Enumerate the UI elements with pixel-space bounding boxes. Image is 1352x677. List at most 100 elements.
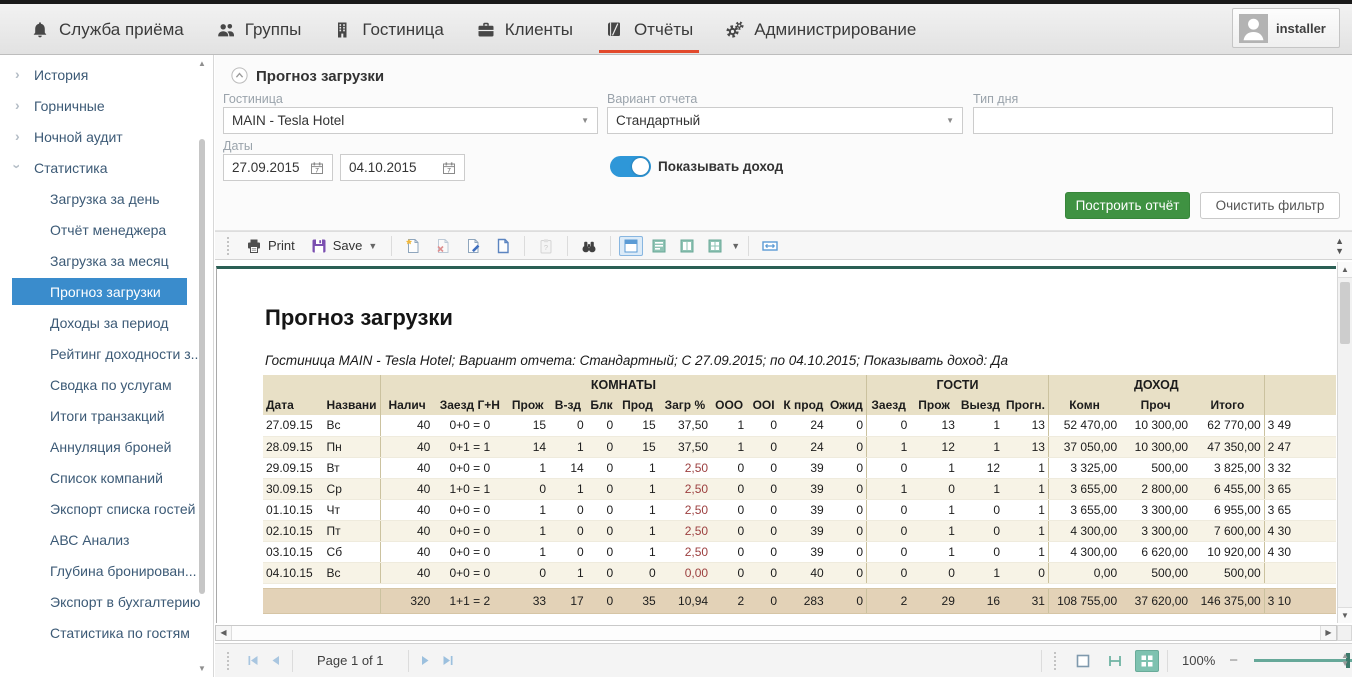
zoom-out-icon[interactable]: −	[1229, 652, 1238, 669]
sidebar-item-11[interactable]: Итоги транзакций	[0, 400, 213, 431]
toolbar-separator	[391, 236, 392, 256]
sidebar-item-4[interactable]: Загрузка за день	[0, 183, 213, 214]
scrollbar-thumb[interactable]	[1340, 282, 1350, 344]
column-group-header	[263, 375, 380, 395]
column-header: Комн	[1048, 395, 1120, 415]
date-from-input[interactable]: 27.09.2015 7	[223, 154, 333, 181]
calendar-icon[interactable]: 7	[310, 161, 324, 175]
column-header: Проч	[1120, 395, 1191, 415]
view-single-page-icon[interactable]	[619, 236, 643, 256]
save-floppy-icon	[311, 238, 327, 254]
clear-filter-button[interactable]: Очистить фильтр	[1200, 192, 1340, 219]
last-page-button[interactable]	[442, 654, 455, 667]
zoom-multi-page-icon[interactable]	[1135, 650, 1159, 672]
cell: 1	[910, 457, 958, 478]
save-button[interactable]: Save ▼	[305, 236, 384, 256]
sidebar-item-label: АВС Анализ	[50, 532, 129, 548]
sidebar-item-8[interactable]: Доходы за период	[0, 307, 213, 338]
scroll-down-icon[interactable]: ▼	[1338, 607, 1352, 623]
chevron-down-icon[interactable]: ▼	[731, 241, 740, 251]
scroll-right-icon[interactable]: ▶	[1320, 626, 1336, 640]
sidebar-item-7[interactable]: Прогноз загрузки	[12, 278, 187, 305]
toolbar-overflow-icon[interactable]: ▲▼	[1335, 236, 1344, 256]
cell: 47 350,00	[1191, 436, 1264, 457]
scrollbar-thumb[interactable]	[199, 139, 205, 594]
sidebar-item-13[interactable]: Список компаний	[0, 462, 213, 493]
column-header: Выезд	[958, 395, 1003, 415]
zoom-grip[interactable]	[1054, 652, 1059, 670]
print-button[interactable]: Print	[240, 236, 301, 256]
cell: 1+0 = 1	[433, 478, 506, 499]
nav-administration[interactable]: Администрирование	[709, 4, 932, 55]
sidebar-item-2[interactable]: ›Ночной аудит	[0, 121, 213, 152]
column-header: Прогн.	[1003, 395, 1048, 415]
cell: 13	[1003, 415, 1048, 436]
view-continuous-icon[interactable]	[647, 236, 671, 256]
delete-page-icon[interactable]	[430, 235, 456, 257]
nav-groups[interactable]: Группы	[200, 4, 318, 55]
nav-front-desk[interactable]: Служба приёма	[14, 4, 200, 55]
report-horizontal-scrollbar[interactable]: ◀ ▶	[215, 625, 1337, 641]
sidebar-item-16[interactable]: Глубина бронирован...	[0, 555, 213, 586]
new-page-icon[interactable]	[400, 235, 426, 257]
day-type-input[interactable]	[973, 107, 1333, 134]
find-binoculars-icon[interactable]	[576, 235, 602, 257]
scroll-left-icon[interactable]: ◀	[216, 626, 232, 640]
chevron-down-icon: ▼	[581, 116, 589, 125]
cell: 4 300,00	[1048, 520, 1120, 541]
zoom-single-page-icon[interactable]	[1071, 650, 1095, 672]
report-vertical-scrollbar[interactable]: ▲ ▼	[1337, 262, 1352, 623]
show-revenue-toggle[interactable]	[610, 156, 651, 177]
previous-page-button[interactable]	[269, 654, 282, 667]
zoom-slider[interactable]	[1254, 659, 1352, 662]
zoom-separator	[1167, 650, 1168, 672]
scroll-up-icon[interactable]: ▲	[1338, 262, 1352, 278]
filter-panel: Прогноз загрузки Гостиница MAIN - Tesla …	[215, 55, 1352, 231]
cell: 0	[747, 499, 780, 520]
fit-width-icon[interactable]	[757, 236, 783, 256]
nav-reports[interactable]: Отчёты	[589, 4, 709, 55]
sidebar-item-1[interactable]: ›Горничные	[0, 90, 213, 121]
next-page-button[interactable]	[419, 654, 432, 667]
zoom-fit-width-icon[interactable]	[1103, 650, 1127, 672]
user-menu[interactable]: installer	[1232, 8, 1340, 48]
sidebar-item-3[interactable]: ›Статистика	[0, 152, 213, 183]
toolbar-grip[interactable]	[227, 237, 232, 255]
report-variant-select[interactable]: Стандартный ▼	[607, 107, 963, 134]
date-to-input[interactable]: 04.10.2015 7	[340, 154, 465, 181]
nav-hotel[interactable]: Гостиница	[317, 4, 459, 55]
nav-clients[interactable]: Клиенты	[460, 4, 589, 55]
cell: Пн	[324, 436, 381, 457]
resize-handle-icon[interactable]: ▲▼	[1341, 652, 1349, 668]
sidebar-item-5[interactable]: Отчёт менеджера	[0, 214, 213, 245]
sidebar-item-9[interactable]: Рейтинг доходности з...	[0, 338, 213, 369]
scroll-down-icon[interactable]: ▼	[195, 664, 209, 673]
first-page-button[interactable]	[246, 654, 259, 667]
sidebar-item-18[interactable]: Статистика по гостям	[0, 617, 213, 648]
cell: 0	[958, 499, 1003, 520]
sidebar-item-6[interactable]: Загрузка за месяц	[0, 245, 213, 276]
view-multiple-pages-icon[interactable]	[703, 236, 727, 256]
scroll-up-icon[interactable]: ▲	[195, 59, 209, 68]
hotel-select[interactable]: MAIN - Tesla Hotel ▼	[223, 107, 598, 134]
edit-page-icon[interactable]	[460, 235, 486, 257]
sidebar-item-14[interactable]: Экспорт списка гостей	[0, 493, 213, 524]
collapse-panel-icon[interactable]	[231, 67, 248, 84]
pager-grip[interactable]	[227, 652, 232, 670]
sidebar-item-17[interactable]: Экспорт в бухгалтерию	[0, 586, 213, 617]
sidebar-item-10[interactable]: Сводка по услугам	[0, 369, 213, 400]
cell: 04.10.15	[263, 562, 324, 583]
build-report-button[interactable]: Построить отчёт	[1065, 192, 1190, 219]
calendar-icon[interactable]: 7	[442, 161, 456, 175]
view-facing-pages-icon[interactable]	[675, 236, 699, 256]
nav-label: Отчёты	[634, 20, 693, 40]
report-variant-label: Вариант отчета	[607, 92, 697, 106]
sidebar-item-0[interactable]: ›История	[0, 59, 213, 90]
sidebar-item-15[interactable]: АВС Анализ	[0, 524, 213, 555]
sidebar-scrollbar[interactable]: ▲ ▼	[195, 59, 209, 673]
paste-clipboard-icon[interactable]: ?	[533, 235, 559, 257]
pager-separator	[292, 650, 293, 672]
page-setup-icon[interactable]	[490, 235, 516, 257]
sidebar-item-12[interactable]: Аннуляция броней	[0, 431, 213, 462]
toolbar-separator	[567, 236, 568, 256]
